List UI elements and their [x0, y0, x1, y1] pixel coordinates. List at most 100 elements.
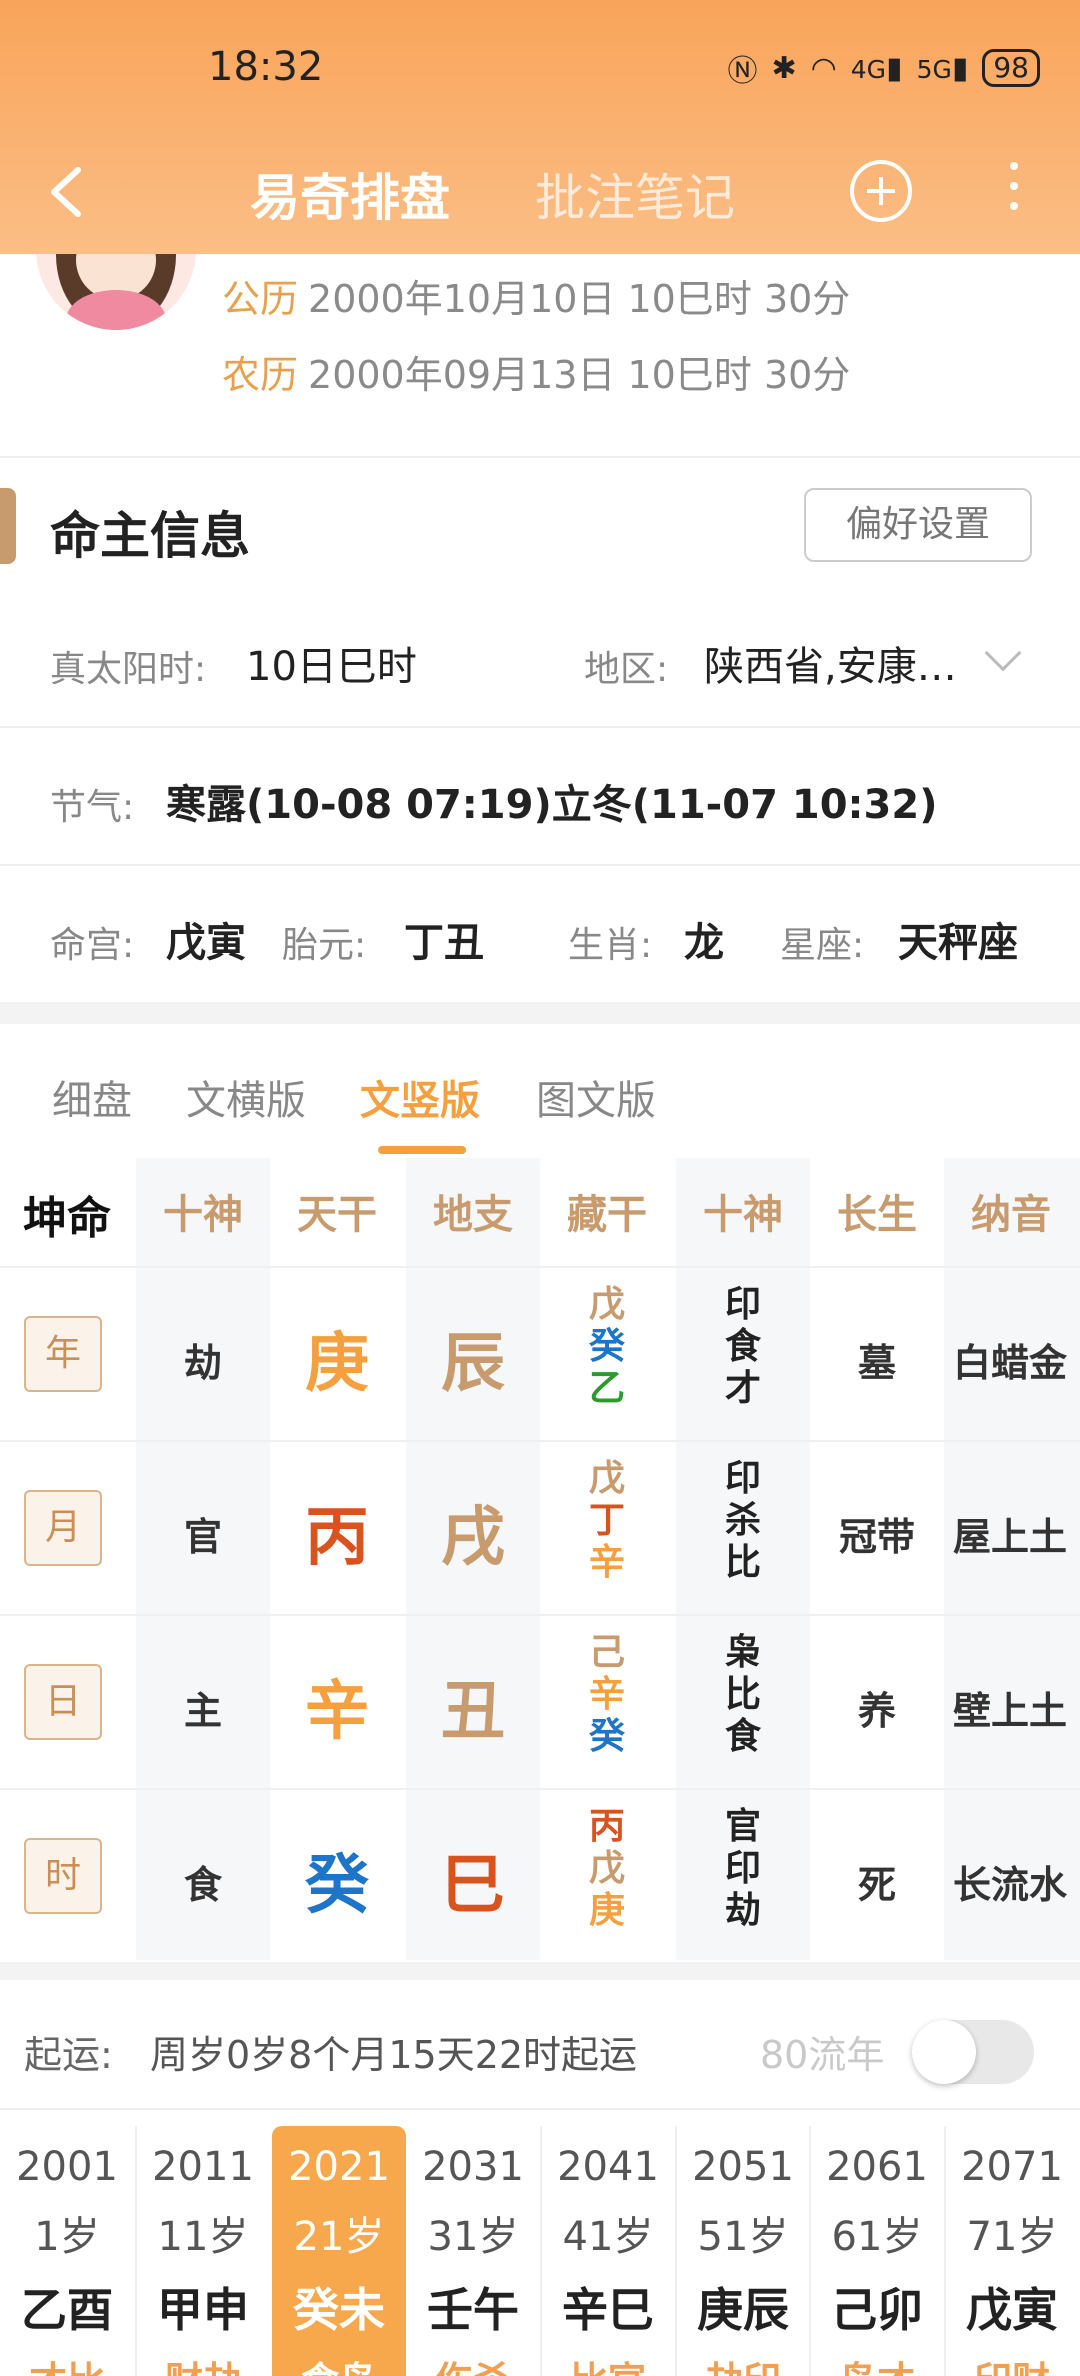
- signal-5g-icon: 5G▮: [916, 50, 969, 86]
- minggong-label: 命宫:: [50, 925, 135, 966]
- pillar-day[interactable]: 日: [24, 1664, 102, 1740]
- lunar-value: 2000年09月13日 10巳时 30分: [308, 353, 851, 397]
- solar-label: 公历: [222, 277, 299, 321]
- dizhi-cell: 丑: [441, 1675, 505, 1749]
- region-label: 地区:: [584, 649, 669, 690]
- changsheng-cell: 墓: [857, 1341, 896, 1385]
- changsheng-cell: 冠带: [838, 1515, 915, 1559]
- row-divider: [0, 1266, 1080, 1268]
- signal-4g-icon: 4G▮: [850, 50, 903, 86]
- grid-header: 天干: [297, 1192, 377, 1238]
- lunar-date-row: 农历 2000年09月13日 10巳时 30分: [222, 344, 850, 399]
- status-time: 18:32: [208, 44, 324, 90]
- shishen-stack: 官印劫: [724, 1806, 761, 1931]
- canggan-cell: 丙 戊 庚: [588, 1806, 625, 1931]
- star-value: 天秤座: [898, 920, 1018, 966]
- tab-paipan[interactable]: 易奇排盘: [250, 158, 450, 230]
- chevron-down-icon[interactable]: [984, 634, 1022, 672]
- changsheng-cell: 养: [857, 1689, 896, 1733]
- divider: [0, 456, 1080, 458]
- dayun-item[interactable]: 204141岁辛巳比官: [541, 2126, 675, 2376]
- changsheng-cell: 死: [857, 1863, 896, 1907]
- grid-header: 纳音: [971, 1192, 1051, 1238]
- shishen-stack: 枭比食: [724, 1632, 761, 1757]
- pillar-year[interactable]: 年: [24, 1316, 102, 1392]
- section-marker: [0, 488, 16, 564]
- liunian-label: 80流年: [760, 2033, 885, 2077]
- tab-wenheng[interactable]: 文横版: [186, 1068, 306, 1126]
- bluetooth-icon: ✱: [771, 50, 797, 86]
- tab-indicator: [378, 1146, 466, 1154]
- battery-icon: 98: [982, 49, 1040, 87]
- taiyuan-value: 丁丑: [404, 920, 484, 966]
- divider: [0, 726, 1080, 728]
- tab-wenshu[interactable]: 文竖版: [360, 1068, 480, 1126]
- dayun-item[interactable]: 20011岁乙酉才比: [0, 2126, 134, 2376]
- canggan-cell: 戊 丁 辛: [588, 1458, 625, 1583]
- dayun-item[interactable]: 205151岁庚辰劫印: [676, 2126, 810, 2376]
- preference-button[interactable]: 偏好设置: [804, 488, 1032, 562]
- region-select[interactable]: 陕西省,安康…: [704, 634, 957, 692]
- grid-header: 长生: [837, 1192, 917, 1238]
- zodiac-label: 生肖:: [568, 925, 653, 966]
- wifi-icon: ◠: [810, 50, 837, 86]
- tab-xipan[interactable]: 细盘: [52, 1068, 132, 1126]
- divider: [0, 864, 1080, 866]
- section-title: 命主信息: [50, 507, 250, 565]
- app-header: 18:32 Ⓝ ✱ ◠ 4G▮ 5G▮ 98 易奇排盘 批注笔记: [0, 0, 1080, 254]
- qiyun-label: 起运:: [24, 2033, 113, 2077]
- minggong-value: 戊寅: [166, 920, 246, 966]
- shishen-cell: 食: [183, 1863, 222, 1907]
- canggan-cell: 戊 癸 乙: [588, 1284, 625, 1409]
- grid-header-gender: 坤命: [23, 1193, 111, 1244]
- status-bar: 18:32 Ⓝ ✱ ◠ 4G▮ 5G▮ 98: [0, 0, 1080, 130]
- grid-header: 十神: [703, 1192, 783, 1238]
- qiyun-value: 周岁0岁8个月15天22时起运: [150, 2033, 638, 2077]
- nayin-cell: 壁上土: [952, 1689, 1067, 1733]
- dayun-item[interactable]: 201111岁甲申财劫: [136, 2126, 270, 2376]
- solar-time-value: 10日巳时: [246, 644, 417, 690]
- divider: [0, 2108, 1080, 2110]
- toggle-knob: [912, 2020, 976, 2084]
- jieqi-label: 节气:: [50, 787, 135, 828]
- dizhi-cell: 巳: [441, 1849, 505, 1923]
- grid-header: 藏干: [567, 1192, 647, 1238]
- dayun-item[interactable]: 206161岁己卯枭才: [810, 2126, 944, 2376]
- row-divider: [0, 1440, 1080, 1442]
- grid-header: 十神: [163, 1192, 243, 1238]
- pillar-hour[interactable]: 时: [24, 1838, 102, 1914]
- tiangan-cell: 癸: [305, 1849, 369, 1923]
- nav-bar: 易奇排盘 批注笔记: [0, 140, 1080, 240]
- pillar-month[interactable]: 月: [24, 1490, 102, 1566]
- tiangan-cell: 辛: [305, 1675, 369, 1749]
- shishen-cell: 主: [183, 1689, 222, 1733]
- grid-header: 地支: [433, 1192, 513, 1238]
- liunian-toggle[interactable]: [912, 2020, 1034, 2084]
- add-icon[interactable]: [850, 160, 912, 222]
- dayun-item[interactable]: 207171岁戊寅印财: [945, 2126, 1079, 2376]
- tiangan-cell: 丙: [305, 1501, 369, 1575]
- canggan-cell: 己 辛 癸: [588, 1632, 625, 1757]
- star-label: 星座:: [780, 925, 865, 966]
- taiyuan-label: 胎元:: [282, 925, 367, 966]
- lunar-label: 农历: [222, 353, 299, 397]
- nfc-icon: Ⓝ: [727, 54, 758, 89]
- solar-time-label: 真太阳时:: [50, 649, 207, 690]
- dayun-item[interactable]: 203131岁壬午伤杀: [406, 2126, 540, 2376]
- section-gap: [0, 1002, 1080, 1024]
- shishen-stack: 印杀比: [724, 1458, 761, 1583]
- more-icon[interactable]: [1010, 162, 1020, 222]
- nayin-cell: 白蜡金: [952, 1341, 1067, 1385]
- back-icon[interactable]: [40, 162, 100, 222]
- status-icons: Ⓝ ✱ ◠ 4G▮ 5G▮ 98: [727, 46, 1040, 90]
- section-gap: [0, 1962, 1080, 1980]
- jieqi-value: 寒露(10-08 07:19)立冬(11-07 10:32): [166, 782, 938, 828]
- dayun-item-active[interactable]: 202121岁癸未食枭: [272, 2126, 406, 2376]
- tab-tuwen[interactable]: 图文版: [536, 1068, 656, 1126]
- nayin-cell: 长流水: [952, 1863, 1067, 1907]
- solar-date-row: 公历 2000年10月10日 10巳时 30分: [222, 268, 850, 323]
- dizhi-cell: 戌: [441, 1501, 505, 1575]
- shishen-stack: 印食才: [724, 1284, 761, 1409]
- zodiac-value: 龙: [684, 920, 724, 966]
- tab-notes[interactable]: 批注笔记: [535, 158, 735, 230]
